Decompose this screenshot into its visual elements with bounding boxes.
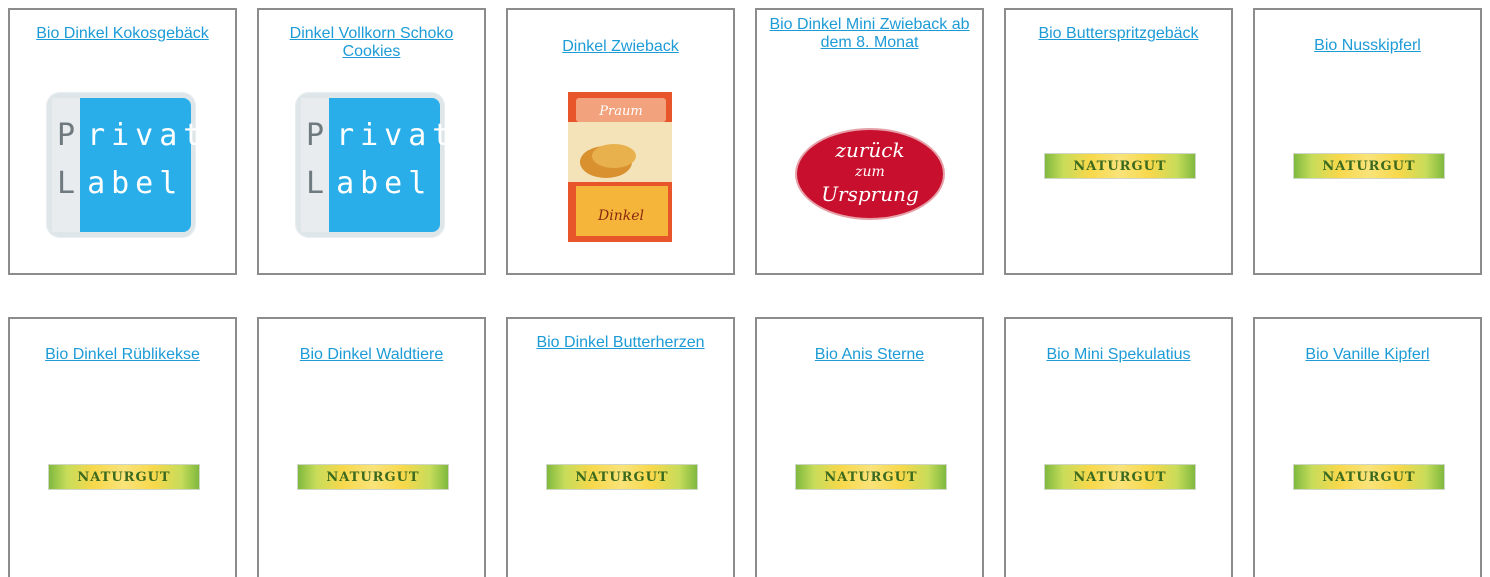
product-link[interactable]: Bio Dinkel Butterherzen: [536, 334, 704, 351]
product-title: Bio Dinkel Kokosgebäck: [16, 25, 229, 43]
naturgut-logo[interactable]: NATURGUT: [297, 464, 449, 490]
product-card[interactable]: Dinkel Zwieback Praum Dinkel: [506, 8, 735, 275]
private-label-logo[interactable]: Private Label: [295, 92, 445, 238]
product-title: Dinkel Vollkorn Schoko Cookies: [265, 25, 478, 61]
naturgut-logo[interactable]: NATURGUT: [795, 464, 947, 490]
product-card[interactable]: Bio Mini Spekulatius NATURGUT: [1004, 317, 1233, 577]
product-link[interactable]: Bio Dinkel Kokosgebäck: [36, 25, 209, 42]
product-link[interactable]: Dinkel Vollkorn Schoko Cookies: [290, 25, 454, 60]
product-card[interactable]: Bio Butterspritzgebäck NATURGUT: [1004, 8, 1233, 275]
naturgut-logo[interactable]: NATURGUT: [1044, 464, 1196, 490]
product-link[interactable]: Dinkel Zwieback: [562, 38, 678, 55]
product-link[interactable]: Bio Vanille Kipferl: [1305, 346, 1429, 363]
product-title: Bio Dinkel Butterherzen: [514, 334, 727, 352]
product-title: Bio Dinkel Mini Zwieback ab dem 8. Monat: [763, 16, 976, 52]
product-link[interactable]: Bio Anis Sterne: [815, 346, 924, 363]
product-card[interactable]: Bio Vanille Kipferl NATURGUT: [1253, 317, 1482, 577]
product-title: Bio Dinkel Rüblikekse: [16, 346, 229, 364]
product-title: Bio Dinkel Waldtiere: [265, 346, 478, 364]
product-link[interactable]: Bio Nusskipferl: [1314, 37, 1421, 54]
product-link[interactable]: Bio Dinkel Rüblikekse: [45, 346, 200, 363]
product-card[interactable]: Bio Nusskipferl NATURGUT: [1253, 8, 1482, 275]
product-card[interactable]: Bio Dinkel Butterherzen NATURGUT: [506, 317, 735, 577]
naturgut-logo[interactable]: NATURGUT: [1293, 464, 1445, 490]
product-title: Bio Anis Sterne: [763, 346, 976, 364]
product-title: Bio Nusskipferl: [1261, 37, 1474, 55]
box-name: Dinkel: [597, 208, 644, 224]
naturgut-logo[interactable]: NATURGUT: [1044, 153, 1196, 179]
product-card[interactable]: Bio Dinkel Waldtiere NATURGUT: [257, 317, 486, 577]
naturgut-logo[interactable]: NATURGUT: [546, 464, 698, 490]
product-card[interactable]: Bio Anis Sterne NATURGUT: [755, 317, 984, 577]
naturgut-logo[interactable]: NATURGUT: [48, 464, 200, 490]
product-card[interactable]: Bio Dinkel Rüblikekse NATURGUT: [8, 317, 237, 577]
product-title: Bio Vanille Kipferl: [1261, 346, 1474, 364]
private-label-logo[interactable]: Private Label: [46, 92, 196, 238]
product-card[interactable]: Bio Dinkel Kokosgebäck Private Label: [8, 8, 237, 275]
product-title: Bio Butterspritzgebäck: [1012, 25, 1225, 43]
zwieback-box-image[interactable]: Praum Dinkel: [566, 90, 678, 245]
naturgut-logo[interactable]: NATURGUT: [1293, 153, 1445, 179]
product-link[interactable]: Bio Dinkel Waldtiere: [300, 346, 443, 363]
product-title: Bio Mini Spekulatius: [1012, 346, 1225, 364]
product-link[interactable]: Bio Butterspritzgebäck: [1038, 25, 1198, 42]
product-card[interactable]: Bio Dinkel Mini Zwieback ab dem 8. Monat…: [755, 8, 984, 275]
product-link[interactable]: Bio Dinkel Mini Zwieback ab dem 8. Monat: [769, 16, 969, 51]
box-brand: Praum: [598, 104, 642, 119]
zurueck-zum-ursprung-logo[interactable]: zurück zum Ursprung: [797, 130, 943, 218]
product-link[interactable]: Bio Mini Spekulatius: [1046, 346, 1190, 363]
product-title: Dinkel Zwieback: [514, 38, 727, 56]
product-card[interactable]: Dinkel Vollkorn Schoko Cookies Private L…: [257, 8, 486, 275]
